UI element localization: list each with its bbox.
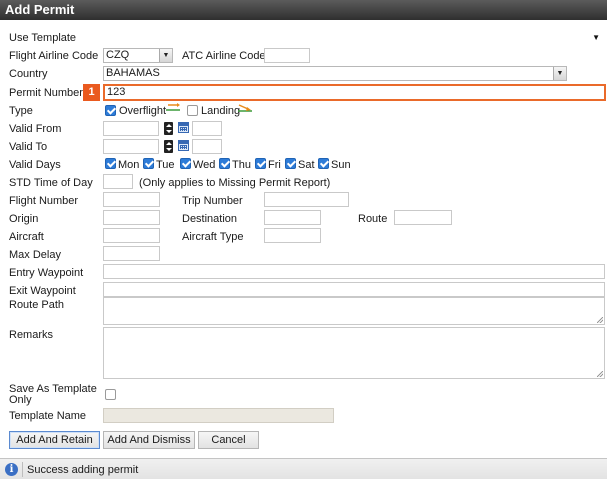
info-icon: i (5, 463, 18, 476)
valid-to-label: Valid To (9, 141, 48, 153)
save-as-template-checkbox[interactable] (105, 389, 116, 400)
template-name-label: Template Name (9, 410, 87, 422)
aircraft-label: Aircraft (9, 231, 44, 243)
aircraft-type-input[interactable] (264, 228, 321, 243)
day-label-fri: Fri (268, 159, 281, 171)
valid-to-time-input[interactable] (192, 139, 222, 154)
day-label-mon: Mon (118, 159, 140, 171)
day-checkbox-fri[interactable] (255, 158, 266, 169)
route-label: Route (358, 213, 388, 225)
day-label-tue: Tue (156, 159, 175, 171)
landing-label: Landing (201, 105, 241, 117)
country-select[interactable]: BAHAMAS ▼ (103, 66, 567, 81)
exit-waypoint-input[interactable] (103, 282, 605, 297)
destination-input[interactable] (264, 210, 321, 225)
calendar-icon[interactable] (178, 140, 189, 151)
remarks-label: Remarks (9, 329, 54, 341)
day-label-thu: Thu (232, 159, 251, 171)
valid-from-time-input[interactable] (192, 121, 222, 136)
day-checkbox-wed[interactable] (180, 158, 191, 169)
calendar-icon[interactable] (178, 122, 189, 133)
add-and-retain-button[interactable]: Add And Retain (9, 431, 100, 449)
origin-input[interactable] (103, 210, 160, 225)
trip-number-input[interactable] (264, 192, 349, 207)
destination-label: Destination (182, 213, 238, 225)
day-checkbox-tue[interactable] (143, 158, 154, 169)
valid-from-spinner-icon[interactable] (164, 122, 173, 135)
day-label-wed: Wed (193, 159, 216, 171)
valid-from-date-input[interactable] (103, 121, 159, 136)
day-checkbox-thu[interactable] (219, 158, 230, 169)
route-path-textarea[interactable] (103, 297, 605, 325)
country-value: BAHAMAS (106, 67, 160, 79)
permit-number-label: Permit Number (9, 87, 83, 99)
day-checkbox-sat[interactable] (285, 158, 296, 169)
type-label: Type (9, 105, 33, 117)
origin-label: Origin (9, 213, 39, 225)
flight-airline-code-select[interactable]: CZQ ▼ (103, 48, 173, 63)
status-bar: i Success adding permit (0, 458, 607, 479)
day-checkbox-sun[interactable] (318, 158, 329, 169)
max-delay-label: Max Delay (9, 249, 61, 261)
resize-handle-icon[interactable] (597, 371, 603, 377)
add-and-dismiss-button[interactable]: Add And Dismiss (103, 431, 195, 449)
atc-airline-code-label: ATC Airline Code (182, 50, 266, 62)
overflight-label: Overflight (119, 105, 167, 117)
entry-waypoint-label: Entry Waypoint (9, 267, 84, 279)
chevron-down-icon: ▼ (592, 33, 600, 42)
flight-number-label: Flight Number (9, 195, 79, 207)
chevron-down-icon: ▼ (553, 67, 566, 80)
template-name-input[interactable] (103, 408, 334, 423)
route-path-label: Route Path (9, 299, 65, 311)
valid-days-label: Valid Days (9, 159, 61, 171)
landing-checkbox[interactable] (187, 105, 198, 116)
overflight-checkbox[interactable] (105, 105, 116, 116)
save-as-template-label-line2: Only (9, 394, 32, 406)
valid-to-date-input[interactable] (103, 139, 159, 154)
permit-number-input[interactable]: 123 (103, 84, 606, 101)
flight-number-input[interactable] (103, 192, 160, 207)
valid-from-label: Valid From (9, 123, 62, 135)
flight-airline-code-label: Flight Airline Code (9, 50, 99, 62)
window-title: Add Permit (0, 0, 607, 20)
remarks-textarea[interactable] (103, 327, 605, 379)
day-label-sun: Sun (331, 159, 351, 171)
cancel-button[interactable]: Cancel (198, 431, 259, 449)
aircraft-type-label: Aircraft Type (182, 231, 244, 243)
use-template-label: Use Template (9, 32, 77, 44)
exit-waypoint-label: Exit Waypoint (9, 285, 76, 297)
step-badge: 1 (83, 84, 100, 101)
day-label-sat: Sat (298, 159, 315, 171)
std-time-note: (Only applies to Missing Permit Report) (139, 177, 331, 189)
entry-waypoint-input[interactable] (103, 264, 605, 279)
status-divider (22, 462, 23, 477)
landing-icon (238, 104, 252, 112)
country-label: Country (9, 68, 48, 80)
use-template-select[interactable]: ▼ (103, 30, 605, 45)
flight-airline-code-value: CZQ (106, 49, 130, 61)
valid-to-spinner-icon[interactable] (164, 140, 173, 153)
status-message: Success adding permit (27, 464, 139, 476)
trip-number-label: Trip Number (182, 195, 243, 207)
route-input[interactable] (394, 210, 452, 225)
day-checkbox-mon[interactable] (105, 158, 116, 169)
resize-handle-icon[interactable] (597, 317, 603, 323)
overflight-icon (166, 103, 180, 111)
std-time-label: STD Time of Day (9, 177, 93, 189)
atc-airline-code-input[interactable] (264, 48, 310, 63)
chevron-down-icon: ▼ (159, 49, 172, 62)
max-delay-input[interactable] (103, 246, 160, 261)
aircraft-input[interactable] (103, 228, 160, 243)
std-time-input[interactable] (103, 174, 133, 189)
